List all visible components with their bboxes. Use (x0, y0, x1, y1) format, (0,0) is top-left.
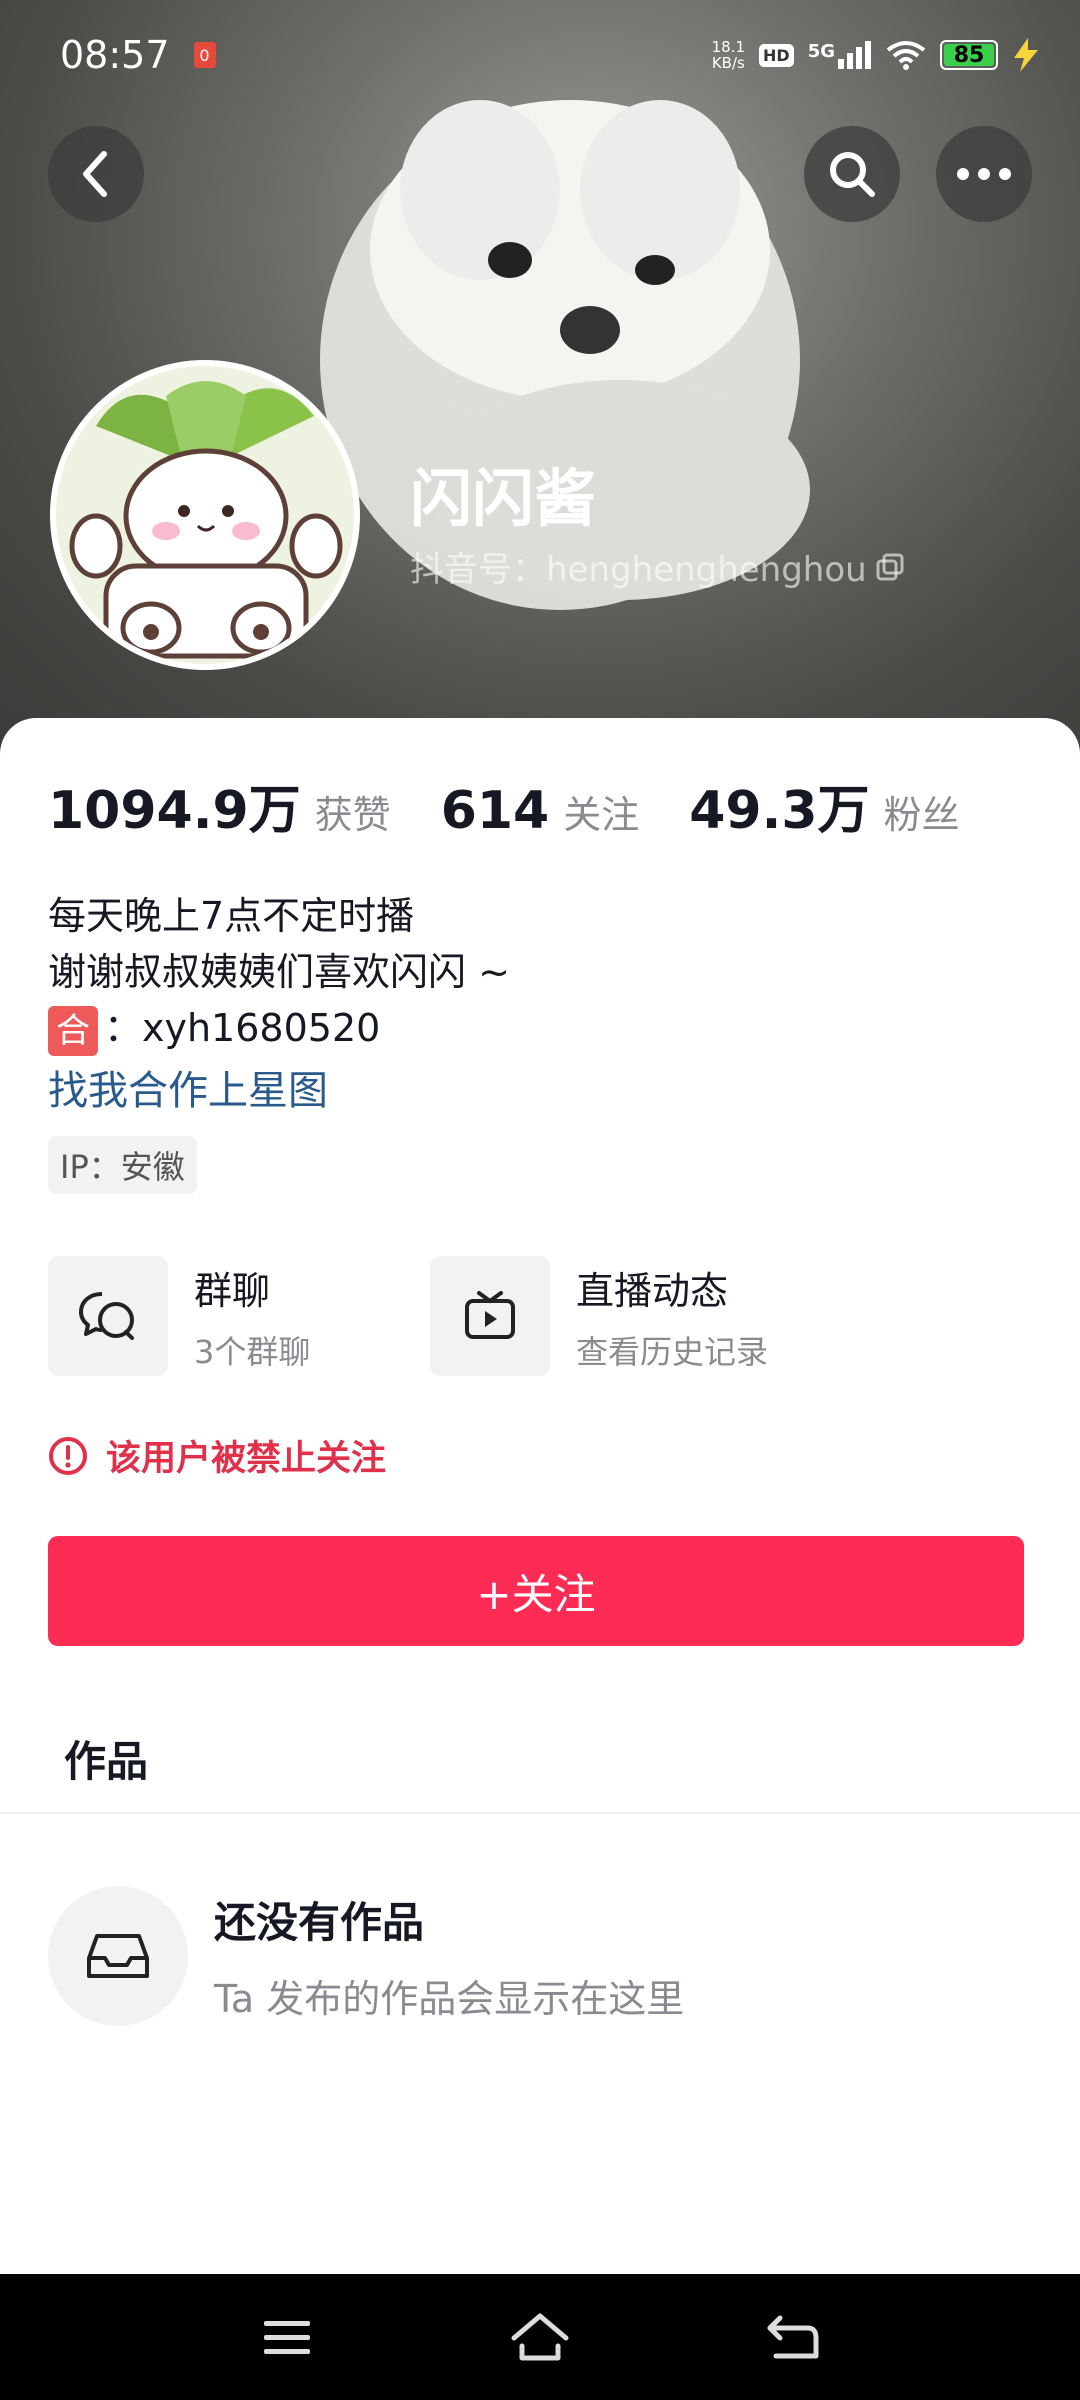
empty-works-state: 还没有作品 Ta 发布的作品会显示在这里 (48, 1886, 684, 2026)
stat-following-value: 614 (440, 781, 550, 841)
notification-icon: 0 (193, 42, 216, 68)
search-icon (830, 152, 875, 197)
more-button[interactable] (936, 126, 1032, 222)
live-history-subtitle: 查看历史记录 (576, 1332, 769, 1371)
follow-banned-warning: 该用户被禁止关注 (48, 1430, 386, 1481)
avatar[interactable] (50, 360, 360, 670)
stat-likes-label: 获赞 (314, 793, 391, 837)
group-chat-icon (79, 1292, 134, 1340)
group-chat-title: 群聊 (194, 1268, 271, 1313)
inbox-tray-icon (87, 1934, 149, 1978)
group-chat-subtitle: 3个群聊 (194, 1332, 311, 1371)
profile-cover: 08:57 0 18.1 KB/s HD 5G 85 闪闪酱 抖音号：hengh… (0, 0, 1080, 760)
bio-contact: ：xyh1680520 (104, 1006, 381, 1050)
live-icon-wrap (430, 1256, 550, 1376)
nickname: 闪闪酱 (410, 462, 597, 535)
douyin-id[interactable]: 抖音号：henghenghenghou (410, 542, 905, 591)
bio: 每天晚上7点不定时播 谢谢叔叔姨姨们喜欢闪闪 ~ 合：xyh1680520 (48, 888, 510, 1056)
battery-icon: 85 (940, 40, 998, 70)
xingtu-link[interactable]: 找我合作上星图 (48, 1058, 328, 1116)
stat-likes-value: 1094.9万 (48, 781, 301, 841)
back-button[interactable] (48, 126, 144, 222)
nav-menu-button[interactable] (247, 2297, 327, 2377)
empty-title: 还没有作品 (214, 1898, 425, 1947)
menu-icon (263, 2321, 310, 2354)
bio-line-3: 合：xyh1680520 (48, 1000, 510, 1056)
profile-card: 1094.9万 获赞 614 关注 49.3万 粉丝 每天晚上7点不定时播 谢谢… (0, 718, 1080, 2274)
status-time: 08:57 (60, 33, 170, 77)
home-icon (511, 2313, 569, 2361)
charging-icon (1014, 38, 1038, 72)
bio-line-2: 谢谢叔叔姨姨们喜欢闪闪 ~ (48, 950, 510, 994)
search-button[interactable] (804, 126, 900, 222)
copy-icon[interactable] (875, 552, 905, 582)
stat-followers-value: 49.3万 (689, 781, 870, 841)
group-chat-entry[interactable]: 群聊 3个群聊 (48, 1256, 310, 1376)
network-type: 5G (807, 41, 835, 62)
cooperation-badge-icon: 合 (48, 1005, 98, 1056)
group-chat-icon-wrap (48, 1256, 168, 1376)
status-bar: 08:57 0 18.1 KB/s HD 5G 85 (0, 0, 1080, 110)
live-history-title: 直播动态 (576, 1268, 729, 1313)
avatar-image (56, 366, 354, 664)
back-arrow-icon (767, 2315, 819, 2359)
signal-icon: 5G (808, 41, 872, 69)
stat-following[interactable]: 614 关注 (441, 781, 640, 841)
divider (0, 1812, 1080, 1814)
stat-likes[interactable]: 1094.9万 获赞 (48, 768, 391, 843)
hd-icon: HD (759, 43, 794, 67)
stat-followers[interactable]: 49.3万 粉丝 (689, 768, 959, 843)
chevron-left-icon (83, 151, 107, 197)
stats-row: 1094.9万 获赞 614 关注 49.3万 粉丝 (48, 768, 1010, 843)
alert-circle-icon (49, 1436, 87, 1475)
live-history-entry[interactable]: 直播动态 查看历史记录 (430, 1256, 768, 1376)
bio-line-1: 每天晚上7点不定时播 (48, 894, 415, 938)
net-speed-unit: KB/s (711, 54, 745, 72)
tab-works[interactable]: 作品 (64, 1728, 148, 1789)
ip-location-tag: IP：安徽 (48, 1136, 197, 1194)
douyin-id-text: 抖音号：henghenghenghou (410, 550, 867, 590)
nav-back-button[interactable] (753, 2297, 833, 2377)
follow-button[interactable]: +关注 (48, 1536, 1024, 1646)
net-speed: 18.1 KB/s (712, 39, 745, 71)
system-nav-bar (0, 2274, 1080, 2400)
battery-level: 85 (944, 43, 994, 68)
more-dots-icon (957, 168, 1011, 180)
tv-icon (465, 1291, 515, 1339)
wifi-icon (886, 41, 926, 70)
warning-text: 该用户被禁止关注 (106, 1439, 387, 1479)
net-speed-value: 18.1 (711, 38, 746, 56)
nav-home-button[interactable] (500, 2297, 580, 2377)
empty-icon-wrap (48, 1886, 188, 2026)
stat-following-label: 关注 (563, 793, 640, 837)
stat-followers-label: 粉丝 (883, 793, 960, 837)
empty-subtitle: Ta 发布的作品会显示在这里 (214, 1977, 685, 2021)
